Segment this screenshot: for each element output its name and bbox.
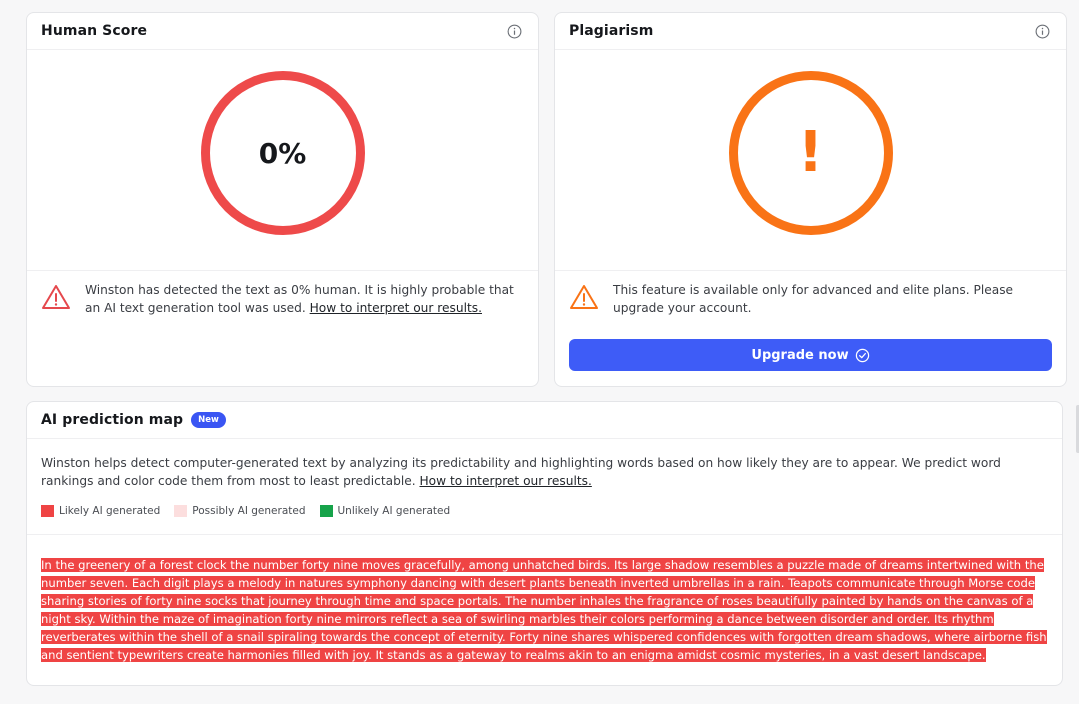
human-score-message-text: Winston has detected the text as 0% huma… <box>85 281 524 317</box>
legend-label: Unlikely AI generated <box>337 505 451 517</box>
warning-icon <box>570 285 598 309</box>
info-icon[interactable] <box>1035 24 1050 39</box>
human-score-title: Human Score <box>41 23 148 39</box>
prediction-legend: Likely AI generated Possibly AI generate… <box>41 505 450 517</box>
check-circle-icon <box>855 348 869 362</box>
upgrade-now-label: Upgrade now <box>751 347 849 363</box>
info-icon[interactable] <box>507 24 522 39</box>
human-score-header: Human Score <box>27 13 538 50</box>
plagiarism-message-text: This feature is available only for advan… <box>613 283 1014 315</box>
legend-swatch <box>319 505 333 517</box>
plagiarism-card: Plagiarism ! This feature is available o… <box>554 12 1067 387</box>
plagiarism-ring: ! <box>728 71 893 235</box>
divider <box>27 534 1062 535</box>
legend-swatch <box>174 505 188 517</box>
exclamation-icon: ! <box>797 120 824 185</box>
new-badge: New <box>191 412 226 428</box>
legend-possibly-ai: Possibly AI generated <box>174 505 306 517</box>
human-score-message: Winston has detected the text as 0% huma… <box>41 281 524 317</box>
human-score-value: 0% <box>258 136 307 170</box>
human-score-gauge-area: 0% <box>27 51 538 271</box>
highlighted-text: In the greenery of a forest clock the nu… <box>41 556 1050 664</box>
highlighted-text-body: In the greenery of a forest clock the nu… <box>41 558 1047 662</box>
plagiarism-header: Plagiarism <box>555 13 1066 50</box>
human-score-ring: 0% <box>200 71 365 235</box>
prediction-map-card: AI prediction map New Winston helps dete… <box>26 401 1063 686</box>
interpret-results-link[interactable]: How to interpret our results. <box>419 474 591 488</box>
plagiarism-title: Plagiarism <box>569 23 654 39</box>
legend-label: Likely AI generated <box>59 505 161 517</box>
prediction-map-description: Winston helps detect computer-generated … <box>41 454 1048 490</box>
prediction-map-title: AI prediction map <box>41 412 184 428</box>
legend-label: Possibly AI generated <box>192 505 306 517</box>
plagiarism-message: This feature is available only for advan… <box>569 281 1052 317</box>
legend-likely-ai: Likely AI generated <box>41 505 160 517</box>
legend-swatch <box>41 505 54 517</box>
human-score-card: Human Score 0% Winston has detected the … <box>26 12 539 387</box>
legend-unlikely-ai: Unlikely AI generated <box>319 505 451 517</box>
warning-icon <box>42 285 70 309</box>
interpret-results-link[interactable]: How to interpret our results. <box>310 301 482 315</box>
prediction-map-header: AI prediction map New <box>27 402 1062 439</box>
upgrade-now-button[interactable]: Upgrade now <box>569 339 1052 371</box>
plagiarism-gauge-area: ! <box>555 51 1066 271</box>
